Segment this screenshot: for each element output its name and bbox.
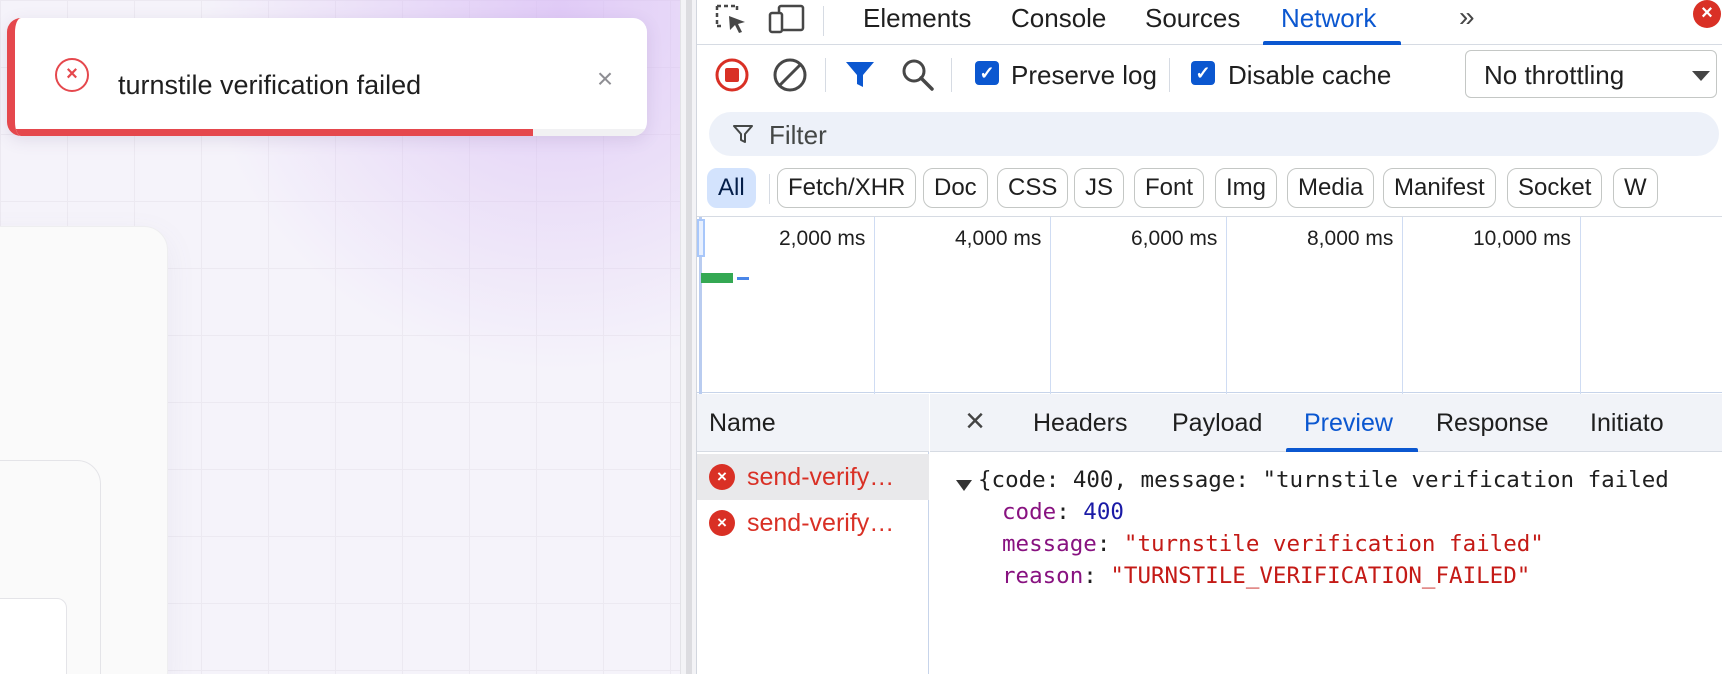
inspect-element-icon[interactable] [713, 4, 753, 36]
more-tabs-icon[interactable]: » [1459, 2, 1474, 32]
tab-network[interactable]: Network [1281, 2, 1376, 34]
request-timing-bar [701, 273, 733, 283]
tick-label: 4,000 ms [955, 227, 1042, 250]
json-summary: {code: 400, message: "turnstile verifica… [978, 467, 1669, 493]
error-icon: × [709, 510, 735, 536]
tab-payload[interactable]: Payload [1172, 408, 1262, 438]
devtools-panel: Elements Console Sources Network » × ✓ P… [696, 0, 1722, 674]
device-toolbar-icon[interactable] [767, 4, 807, 36]
filter-placeholder: Filter [769, 120, 827, 150]
chip-font[interactable]: Font [1134, 168, 1205, 208]
request-detail-pane: × Headers Payload Preview Response Initi… [930, 394, 1722, 674]
tab-console[interactable]: Console [1011, 2, 1106, 34]
chip-css[interactable]: CSS [997, 168, 1069, 208]
tick-label: 8,000 ms [1307, 227, 1394, 250]
json-preview: {code: 400, message: "turnstile verifica… [930, 452, 1722, 674]
error-circle-icon: × [55, 58, 89, 92]
grid-line [1402, 217, 1403, 394]
toolbar-separator [951, 58, 952, 92]
resource-type-filters: All Fetch/XHR Doc CSS JS Font Img Media … [697, 168, 1722, 210]
close-icon[interactable]: × [590, 65, 620, 95]
tab-response[interactable]: Response [1436, 408, 1549, 438]
json-field-reason: reason: "TURNSTILE_VERIFICATION_FAILED" [1002, 563, 1531, 589]
close-detail-icon[interactable]: × [960, 404, 990, 438]
search-icon[interactable] [899, 56, 937, 94]
chip-socket[interactable]: Socket [1507, 168, 1603, 208]
devtools-close-icon[interactable]: × [1693, 0, 1721, 28]
chip-js[interactable]: JS [1074, 168, 1125, 208]
background-input-box [0, 598, 67, 674]
chip-wasm[interactable]: W [1613, 168, 1658, 208]
page-viewport: × turnstile verification failed × [0, 0, 680, 674]
toolbar-separator [825, 58, 826, 92]
detail-tab-bar: × Headers Payload Preview Response Initi… [930, 394, 1722, 452]
disable-cache-checkbox[interactable]: ✓ [1191, 61, 1215, 85]
json-value: "TURNSTILE_VERIFICATION_FAILED" [1110, 563, 1531, 589]
error-icon: × [709, 464, 735, 490]
json-field-message: message: "turnstile verification failed" [1002, 531, 1544, 557]
expand-triangle-icon[interactable] [956, 480, 972, 491]
devtools-tab-bar: Elements Console Sources Network » × [697, 0, 1722, 45]
name-header-label: Name [709, 409, 776, 437]
pane-resize-divider[interactable] [680, 0, 696, 674]
filter-funnel-icon[interactable] [841, 56, 879, 94]
chip-media[interactable]: Media [1287, 168, 1375, 208]
toolbar-separator [1169, 58, 1170, 92]
grid-line [1226, 217, 1227, 394]
toast-progress-bar [15, 129, 534, 136]
json-key: reason [1002, 563, 1084, 589]
network-toolbar: ✓ Preserve log ✓ Disable cache No thrott… [697, 46, 1722, 102]
tick-label: 6,000 ms [1131, 227, 1218, 250]
overview-drag-handle[interactable] [697, 219, 705, 257]
json-key: code [1002, 499, 1057, 525]
json-value: 400 [1083, 499, 1124, 525]
toast-progress-track [15, 129, 647, 136]
active-tab-indicator [1263, 41, 1401, 45]
name-column-header[interactable]: Name [697, 394, 929, 452]
tab-initiator[interactable]: Initiato [1590, 408, 1664, 438]
request-name: send-verify… [747, 509, 895, 537]
filter-icon [731, 122, 755, 146]
disable-cache-label: Disable cache [1228, 60, 1392, 90]
tab-separator [823, 6, 824, 36]
chip-all[interactable]: All [707, 168, 756, 208]
chip-fetch-xhr[interactable]: Fetch/XHR [777, 168, 917, 208]
stop-recording-icon[interactable] [713, 56, 751, 94]
request-timing-bar [737, 277, 749, 280]
throttling-value: No throttling [1484, 60, 1625, 90]
tick-label: 2,000 ms [779, 227, 866, 250]
tab-preview[interactable]: Preview [1304, 408, 1393, 438]
toast-message: turnstile verification failed [118, 70, 422, 100]
grid-line [1580, 217, 1581, 394]
throttling-select[interactable]: No throttling [1465, 50, 1717, 98]
request-name: send-verify… [747, 463, 895, 491]
chip-doc[interactable]: Doc [923, 168, 988, 208]
filter-input[interactable]: Filter [709, 112, 1719, 156]
request-list: Name × send-verify… × send-verify… [697, 394, 929, 674]
json-key: message [1002, 531, 1097, 557]
chip-img[interactable]: Img [1215, 168, 1278, 208]
chip-manifest[interactable]: Manifest [1383, 168, 1496, 208]
preserve-log-checkbox[interactable]: ✓ [975, 61, 999, 85]
timeline-overview[interactable]: 2,000 ms 4,000 ms 6,000 ms 8,000 ms 10,0… [697, 216, 1722, 394]
grid-line [1050, 217, 1051, 394]
dropdown-arrow-icon [1692, 71, 1710, 81]
chip-separator [769, 174, 770, 204]
tab-headers[interactable]: Headers [1033, 408, 1128, 438]
grid-line [874, 217, 875, 394]
tick-label: 10,000 ms [1473, 227, 1572, 250]
json-value: "turnstile verification failed" [1123, 531, 1544, 557]
preserve-log-label: Preserve log [1011, 60, 1157, 90]
error-toast: × turnstile verification failed × [7, 18, 647, 136]
tab-sources[interactable]: Sources [1145, 2, 1240, 34]
request-row[interactable]: × send-verify… [697, 500, 929, 546]
json-field-code: code: 400 [1002, 499, 1124, 525]
clear-icon[interactable] [771, 56, 809, 94]
tab-elements[interactable]: Elements [863, 2, 971, 34]
request-row[interactable]: × send-verify… [697, 454, 929, 500]
